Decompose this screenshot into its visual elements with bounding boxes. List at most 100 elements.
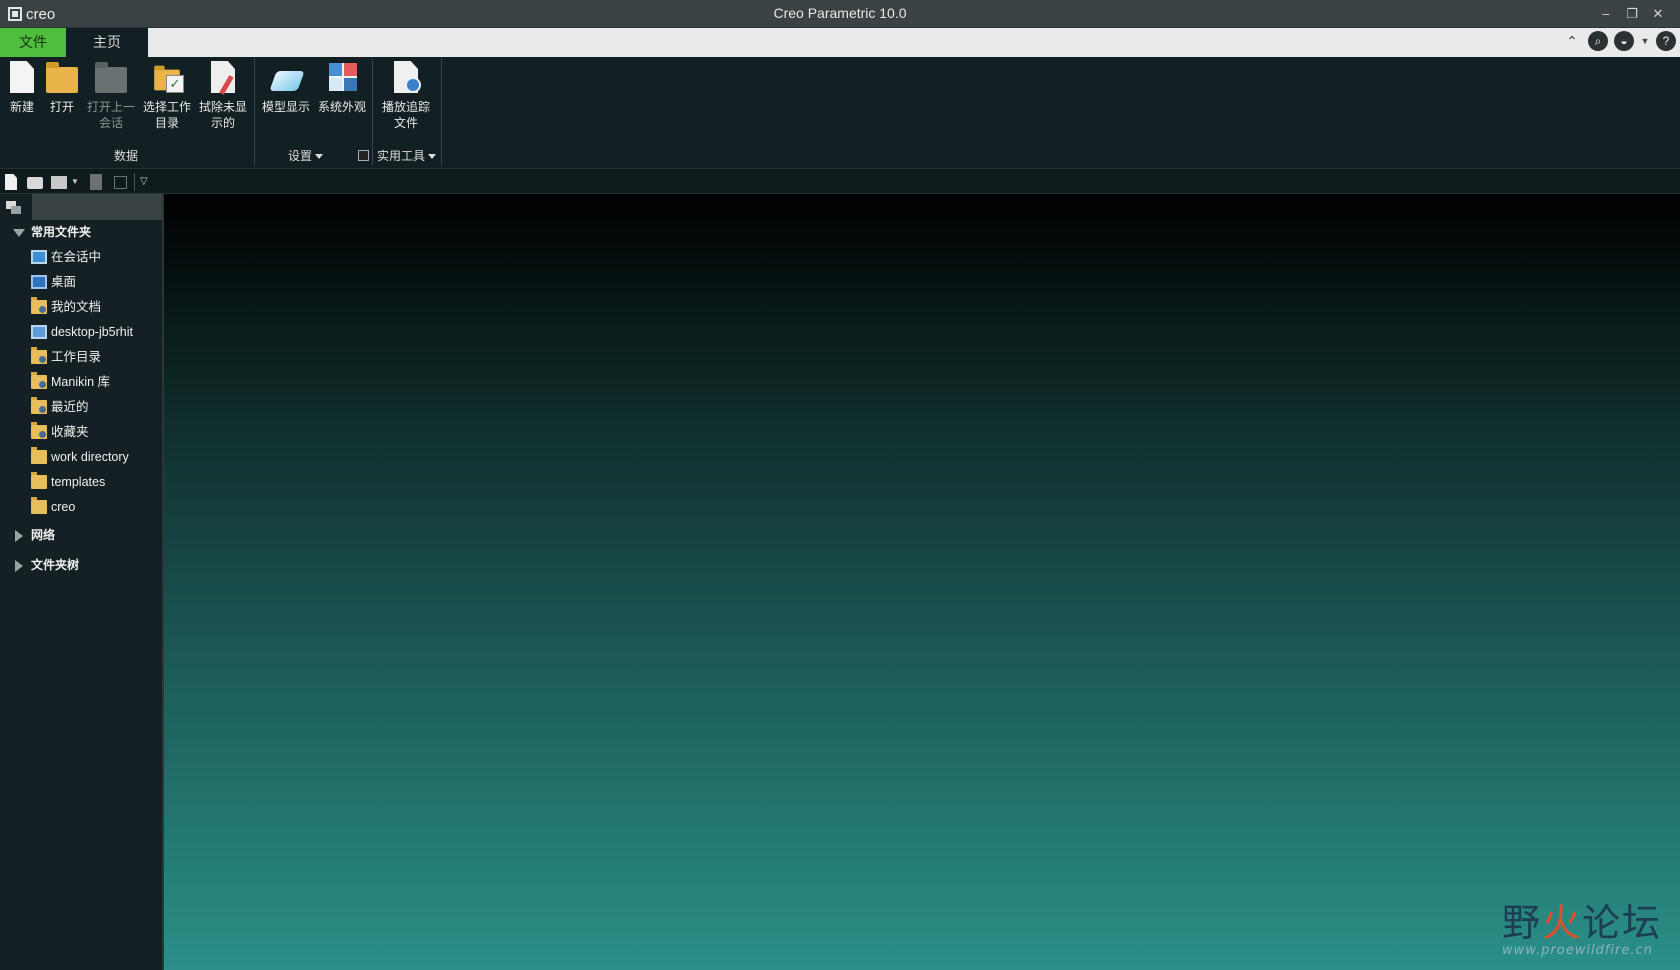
network-node[interactable]: 网络 [0, 523, 162, 548]
nav-item-label: Manikin 库 [51, 375, 111, 389]
play-trail-file-label-line1: 播放追踪 [381, 100, 430, 114]
check-icon: ✓ [166, 75, 184, 93]
folder-browser-icon[interactable] [6, 199, 22, 215]
settings-group-label: 设置 [288, 149, 313, 163]
navigator-panel: 常用文件夹 在会话中 桌面 我的文档 desktop-jb5rhit 工作目录 [0, 194, 164, 970]
learning-connector-icon[interactable]: ◒ [1614, 31, 1634, 51]
windows-icon[interactable] [114, 176, 127, 189]
watermark-text-b: 火 [1541, 901, 1582, 945]
watermark-logo-text: 野火论坛 [1502, 892, 1662, 947]
new-document-icon [10, 61, 34, 93]
play-trail-file-label-line2: 文件 [393, 116, 418, 130]
system-appearance-button[interactable]: 系统外观 [316, 61, 368, 115]
nav-item-creo[interactable]: creo [0, 495, 162, 520]
folder-tree-label: 文件夹树 [31, 558, 80, 572]
nav-item-work-directory[interactable]: work directory [0, 445, 162, 470]
nav-item-label: 桌面 [51, 275, 77, 289]
data-group-label: 数据 [114, 149, 139, 163]
play-trail-file-button[interactable]: 播放追踪 文件 [378, 61, 434, 131]
tab-home[interactable]: 主页 [66, 28, 148, 57]
select-working-directory-button[interactable]: ✓ 选择工作 目录 [140, 61, 194, 131]
ribbon-separator [372, 59, 373, 165]
ribbon-home: 新建 打开 打开上一 会话 ✓ 选择工作 目录 拭除未显 示的 数据 模型显示 … [0, 57, 1680, 169]
open-button-label: 打开 [49, 100, 74, 114]
restore-icon[interactable]: ❐ [1622, 4, 1642, 24]
expanded-triangle-icon [13, 229, 25, 237]
minimize-icon[interactable]: – [1596, 4, 1616, 24]
new-button-label: 新建 [9, 100, 34, 114]
open-folder-icon [46, 62, 78, 93]
clock-icon [405, 77, 421, 93]
model-display-button[interactable]: 模型显示 [260, 61, 312, 115]
folder-icon [31, 472, 47, 489]
nav-item-recent[interactable]: 最近的 [0, 395, 162, 420]
navigator-path-field[interactable] [32, 194, 162, 220]
ribbon-tab-bar: 文件 主页 ⌃ ⌕ ◒ ▼ ? [0, 28, 1680, 57]
open-last-session-label-line1: 打开上一 [86, 100, 135, 114]
close-icon[interactable]: ✕ [1648, 4, 1668, 24]
ribbon-separator [441, 59, 442, 165]
favorites-icon [31, 422, 47, 439]
watermark: 野火论坛 www.proewildfire.cn [1502, 892, 1662, 958]
navigator-header [0, 194, 162, 220]
watermark-text-a: 野 [1501, 901, 1542, 945]
nav-item-label: 在会话中 [51, 250, 102, 264]
nav-item-in-session[interactable]: 在会话中 [0, 245, 162, 270]
folder-tree-node[interactable]: 文件夹树 [0, 553, 162, 578]
nav-item-templates[interactable]: templates [0, 470, 162, 495]
nav-item-label: creo [51, 500, 76, 514]
common-folders-node[interactable]: 常用文件夹 [0, 220, 162, 245]
tab-bar-right-tools: ⌃ ⌕ ◒ ▼ ? [1562, 31, 1676, 51]
open-last-session-label-line2: 会话 [98, 116, 123, 130]
model-display-label: 模型显示 [261, 100, 310, 114]
help-icon[interactable]: ? [1656, 31, 1676, 51]
recent-icon [31, 397, 47, 414]
regenerate-icon[interactable] [90, 174, 102, 190]
nav-item-manikin-library[interactable]: Manikin 库 [0, 370, 162, 395]
open-last-session-icon [95, 62, 127, 93]
nav-item-label: templates [51, 475, 106, 489]
nav-item-favorites[interactable]: 收藏夹 [0, 420, 162, 445]
open-button[interactable]: 打开 [44, 61, 80, 115]
toolbar-separator [134, 173, 135, 191]
model-display-icon [269, 71, 305, 91]
tab-file[interactable]: 文件 [0, 28, 66, 57]
save-icon[interactable] [51, 176, 67, 189]
folder-icon [31, 447, 47, 464]
monitor-icon [31, 250, 47, 264]
settings-dialog-launcher-icon[interactable] [358, 150, 369, 161]
chevron-down-icon[interactable]: ▼ [71, 174, 79, 190]
customize-toolbar-icon[interactable]: ▽ [140, 174, 156, 190]
collapsed-triangle-icon [15, 560, 23, 572]
title-bar: creo Creo Parametric 10.0 – ❐ ✕ [0, 0, 1680, 28]
open-last-session-button[interactable]: 打开上一 会话 [84, 61, 138, 131]
desktop-icon [31, 275, 47, 289]
settings-group-dropdown[interactable]: 设置 [288, 147, 324, 164]
erase-not-displayed-label-line1: 拭除未显 [198, 100, 247, 114]
select-working-directory-label-line2: 目录 [154, 116, 179, 130]
new-document-icon[interactable] [5, 174, 17, 190]
nav-item-my-documents[interactable]: 我的文档 [0, 295, 162, 320]
open-folder-icon[interactable] [27, 177, 43, 189]
working-directory-icon [31, 347, 47, 364]
collapse-ribbon-icon[interactable]: ⌃ [1562, 31, 1582, 51]
collapsed-triangle-icon [15, 530, 23, 542]
chevron-down-icon[interactable]: ▼ [1640, 31, 1650, 51]
new-button[interactable]: 新建 [4, 61, 40, 115]
quick-access-toolbar: ▼ ▽ [0, 170, 1680, 194]
nav-item-computer[interactable]: desktop-jb5rhit [0, 320, 162, 345]
select-working-directory-label-line1: 选择工作 [142, 100, 191, 114]
common-folders-label: 常用文件夹 [31, 225, 92, 239]
creo-app-window: creo Creo Parametric 10.0 – ❐ ✕ 文件 主页 ⌃ … [0, 0, 1680, 970]
manikin-library-icon [31, 372, 47, 389]
graphics-window[interactable]: 野火论坛 www.proewildfire.cn [164, 194, 1680, 970]
search-icon[interactable]: ⌕ [1588, 31, 1608, 51]
system-appearance-label: 系统外观 [317, 100, 366, 114]
nav-item-working-directory[interactable]: 工作目录 [0, 345, 162, 370]
utilities-group-dropdown[interactable]: 实用工具 [377, 147, 437, 164]
nav-item-label: 我的文档 [51, 300, 102, 314]
erase-not-displayed-button[interactable]: 拭除未显 示的 [196, 61, 250, 131]
nav-item-desktop[interactable]: 桌面 [0, 270, 162, 295]
system-appearance-icon [329, 63, 357, 91]
folder-tree: 常用文件夹 在会话中 桌面 我的文档 desktop-jb5rhit 工作目录 [0, 220, 162, 578]
